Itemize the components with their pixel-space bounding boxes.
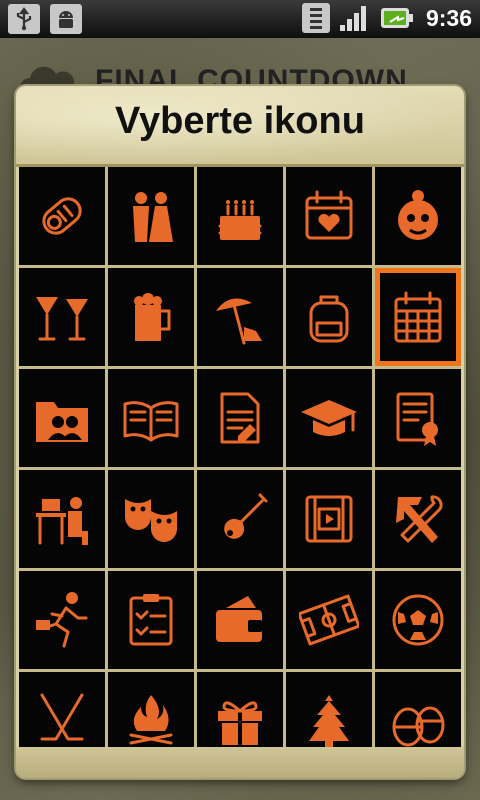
icon-option-soccer-ball[interactable] [375,571,461,669]
graduation-cap-icon [301,400,357,436]
wallet-icon [216,596,262,642]
icon-option-beach-umbrella[interactable] [197,268,283,366]
icon-option-film[interactable] [286,470,372,568]
icon-grid-scroll[interactable] [19,167,461,747]
beer-mug-icon [134,293,171,341]
icon-option-grandma[interactable] [375,167,461,265]
icon-option-easter-eggs[interactable] [375,672,461,747]
wedding-couple-icon [133,192,173,242]
cocktails-icon [36,297,88,341]
icon-option-checklist[interactable] [108,571,194,669]
usb-icon [8,4,40,34]
running-man-icon [36,592,88,648]
icon-option-theater-masks[interactable] [108,470,194,568]
christmas-tree-icon [309,695,349,747]
icon-option-calendar-heart[interactable] [286,167,372,265]
icon-option-running-man[interactable] [19,571,105,669]
icon-option-christmas-tree[interactable] [286,672,372,747]
calendar-heart-icon [305,190,353,240]
icon-option-calendar[interactable] [375,268,461,366]
icon-option-wallet[interactable] [197,571,283,669]
icon-option-certificate[interactable] [375,369,461,467]
icon-option-office-worker[interactable] [19,470,105,568]
icon-option-open-book[interactable] [108,369,194,467]
icon-option-graduation-cap[interactable] [286,369,372,467]
birthday-cake-icon [218,200,262,240]
icon-picker-dialog: Vyberte ikonu [16,86,464,778]
open-book-icon [123,401,179,442]
theater-masks-icon [125,499,177,542]
football-pitch-icon [299,594,359,646]
dialog-footer [16,747,464,778]
tools-icon [396,495,443,543]
icon-option-backpack[interactable] [286,268,372,366]
document-icon [220,392,260,444]
campfire-icon [129,695,173,745]
checklist-icon [129,594,173,646]
dialog-header: Vyberte ikonu [16,86,464,167]
beach-umbrella-icon [216,298,262,345]
icon-option-beer-mug[interactable] [108,268,194,366]
status-bar: 9:36 [0,0,480,38]
icon-option-football-pitch[interactable] [286,571,372,669]
icon-option-contacts-folder[interactable] [19,369,105,467]
signal-icon [339,6,366,31]
wifi-icon [301,3,330,33]
icon-option-hockey-sticks[interactable] [19,672,105,747]
office-worker-icon [36,497,88,545]
soccer-ball-icon [392,594,444,646]
film-icon [305,495,353,543]
icon-option-tools[interactable] [375,470,461,568]
clock: 9:36 [425,4,472,31]
icon-option-document[interactable] [197,369,283,467]
guitar-icon [224,493,268,539]
android-debug-icon [50,4,82,34]
dialog-title: Vyberte ikonu [115,100,365,142]
gift-icon [218,701,262,745]
icon-option-cocktails[interactable] [19,268,105,366]
contacts-folder-icon [36,402,88,442]
icon-option-baby[interactable] [19,167,105,265]
battery-icon [380,8,413,28]
hockey-sticks-icon [40,693,84,741]
icon-grid [19,167,461,747]
icon-option-birthday-cake[interactable] [197,167,283,265]
backpack-icon [309,295,349,343]
easter-eggs-icon [392,706,445,747]
baby-icon [42,197,82,235]
icon-option-campfire[interactable] [108,672,194,747]
icon-option-gift[interactable] [197,672,283,747]
certificate-icon [396,392,438,446]
icon-option-guitar[interactable] [197,470,283,568]
icon-option-wedding-couple[interactable] [108,167,194,265]
grandma-icon [398,190,438,240]
calendar-icon [394,291,442,343]
